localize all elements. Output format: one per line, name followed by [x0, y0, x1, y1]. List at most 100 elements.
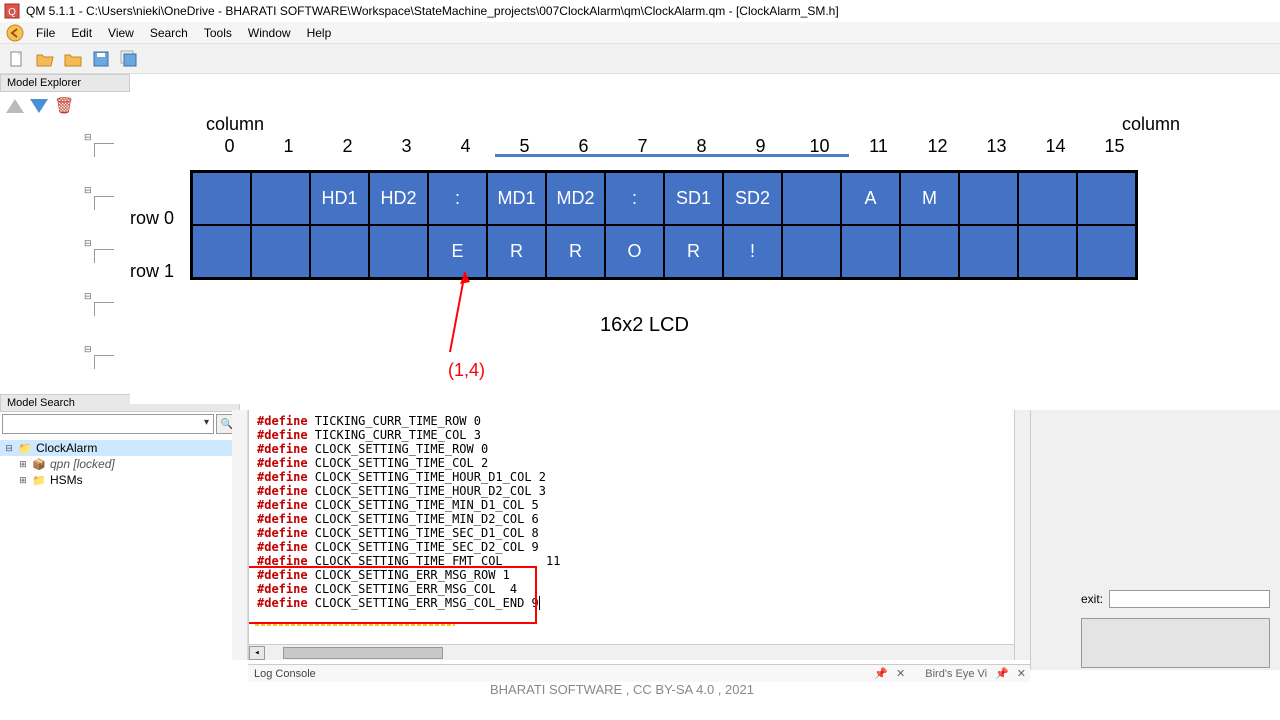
close-icon[interactable]: ✕	[1013, 667, 1030, 680]
expander-icon[interactable]: ⊞	[18, 475, 28, 486]
lcd-cell: :	[428, 172, 487, 225]
lcd-cell	[192, 225, 251, 278]
lcd-caption: 16x2 LCD	[600, 314, 689, 337]
lcd-cell	[1018, 225, 1077, 278]
lcd-cell: O	[605, 225, 664, 278]
column-label-right: column	[1122, 114, 1180, 135]
lcd-cell: R	[487, 225, 546, 278]
lcd-cell: :	[605, 172, 664, 225]
tree-qpn[interactable]: ⊞ 📦 qpn [locked]	[0, 456, 240, 472]
lcd-cell: E	[428, 225, 487, 278]
new-file-icon[interactable]	[4, 46, 30, 72]
pointer-label: (1,4)	[448, 360, 485, 381]
pin-icon[interactable]: 📌	[991, 667, 1013, 680]
column-number: 12	[908, 136, 967, 157]
menu-search[interactable]: Search	[142, 24, 196, 42]
column-number: 1	[259, 136, 318, 157]
code-line: #define CLOCK_SETTING_TIME_HOUR_D1_COL 2	[257, 470, 1022, 484]
code-editor[interactable]: #define TICKING_CURR_TIME_ROW 0#define T…	[248, 410, 1030, 660]
tree-hsms-label: HSMs	[50, 473, 83, 487]
lcd-cell: SD1	[664, 172, 723, 225]
properties-panel: exit:	[1030, 410, 1280, 670]
menu-view[interactable]: View	[100, 24, 142, 42]
explorer-tree-stub: ⊟ ⊟ ⊟ ⊟ ⊟	[0, 132, 130, 369]
open-folder-icon[interactable]	[32, 46, 58, 72]
toolbar	[0, 44, 1280, 74]
scrollbar-thumb[interactable]	[283, 647, 443, 659]
lcd-diagram-overlay: column column 0123456789101112131415 row…	[130, 74, 1280, 404]
lcd-cell	[310, 225, 369, 278]
column-number: 11	[849, 136, 908, 157]
code-line: #define CLOCK_SETTING_ERR_MSG_COL_END 9	[257, 596, 1022, 610]
search-combo[interactable]	[2, 414, 214, 434]
column-number: 4	[436, 136, 495, 157]
column-label-left: column	[206, 114, 264, 135]
tree-root[interactable]: ⊟ 📁 ClockAlarm	[0, 440, 240, 456]
lcd-row-1: ERROR!	[192, 225, 1136, 278]
pointer-arrow-icon	[440, 272, 480, 362]
lcd-cell	[369, 225, 428, 278]
lcd-row-0: HD1HD2:MD1MD2:SD1SD2AM	[192, 172, 1136, 225]
lcd-cell: A	[841, 172, 900, 225]
svg-text:Q: Q	[8, 7, 16, 18]
tree-hsms[interactable]: ⊞ 📁 HSMs	[0, 472, 240, 488]
save-icon[interactable]	[88, 46, 114, 72]
lcd-cell: MD1	[487, 172, 546, 225]
triangle-down-icon[interactable]	[30, 99, 48, 113]
triangle-up-icon[interactable]	[6, 99, 24, 113]
trash-icon[interactable]: 🗑	[54, 96, 74, 116]
column-underline	[495, 154, 849, 157]
lcd-cell	[1077, 172, 1136, 225]
code-line: #define CLOCK_SETTING_TIME_ROW 0	[257, 442, 1022, 456]
code-line: #define CLOCK_SETTING_TIME_COL 2	[257, 456, 1022, 470]
project-tree: ⊟ 📁 ClockAlarm ⊞ 📦 qpn [locked] ⊞ 📁 HSMs	[0, 436, 240, 492]
lcd-cell: R	[546, 225, 605, 278]
lcd-cell	[782, 225, 841, 278]
column-number: 13	[967, 136, 1026, 157]
property-textarea[interactable]	[1081, 618, 1270, 668]
code-line: #define CLOCK_SETTING_ERR_MSG_COL 4	[257, 582, 1022, 596]
lcd-cell: !	[723, 225, 782, 278]
code-line: #define TICKING_CURR_TIME_ROW 0	[257, 414, 1022, 428]
tree-root-label: ClockAlarm	[36, 441, 97, 455]
window-title: QM 5.1.1 - C:\Users\nieki\OneDrive - BHA…	[26, 4, 839, 18]
lcd-cell: R	[664, 225, 723, 278]
vertical-scrollbar[interactable]	[1014, 410, 1030, 660]
exit-field[interactable]	[1109, 590, 1270, 608]
horizontal-scrollbar[interactable]: ◂ ▸	[249, 644, 1030, 660]
birds-eye-label[interactable]: Bird's Eye Vi	[921, 668, 991, 680]
back-orb-icon[interactable]	[6, 24, 24, 42]
titlebar: Q QM 5.1.1 - C:\Users\nieki\OneDrive - B…	[0, 0, 1280, 22]
saveall-icon[interactable]	[116, 46, 142, 72]
menu-help[interactable]: Help	[299, 24, 340, 42]
pin-icon[interactable]: 📌	[870, 667, 892, 680]
menu-tools[interactable]: Tools	[196, 24, 240, 42]
lcd-cell	[251, 172, 310, 225]
model-search-panel: Model Search 🔍 ⊟ 📁 ClockAlarm ⊞ 📦 qpn [l…	[0, 394, 240, 492]
exit-property-row: exit:	[1081, 590, 1270, 608]
menu-edit[interactable]: Edit	[63, 24, 100, 42]
package-icon: 📦	[32, 457, 46, 471]
folder-icon: 📁	[32, 473, 46, 487]
footer-credit: BHARATI SOFTWARE , CC BY-SA 4.0 , 2021	[490, 682, 754, 697]
code-line: #define CLOCK_SETTING_TIME_SEC_D2_COL 9	[257, 540, 1022, 554]
column-number: 3	[377, 136, 436, 157]
scroll-left-icon[interactable]: ◂	[249, 646, 265, 660]
expander-icon[interactable]: ⊞	[18, 459, 28, 470]
lcd-cell	[900, 225, 959, 278]
row-labels: row 0 row 1	[130, 192, 182, 298]
row1-label: row 1	[130, 245, 182, 298]
column-number: 0	[200, 136, 259, 157]
menu-file[interactable]: File	[28, 24, 63, 42]
explorer-toolbar: 🗑	[0, 92, 130, 120]
close-icon[interactable]: ✕	[892, 667, 909, 680]
menu-window[interactable]: Window	[240, 24, 299, 42]
column-number: 2	[318, 136, 377, 157]
exit-label: exit:	[1081, 592, 1103, 606]
log-console-label[interactable]: Log Console	[248, 668, 322, 680]
open-folder2-icon[interactable]	[60, 46, 86, 72]
app-icon: Q	[4, 3, 20, 19]
column-number: 15	[1085, 136, 1144, 157]
expander-icon[interactable]: ⊟	[4, 443, 14, 454]
code-line: #define TICKING_CURR_TIME_COL 3	[257, 428, 1022, 442]
